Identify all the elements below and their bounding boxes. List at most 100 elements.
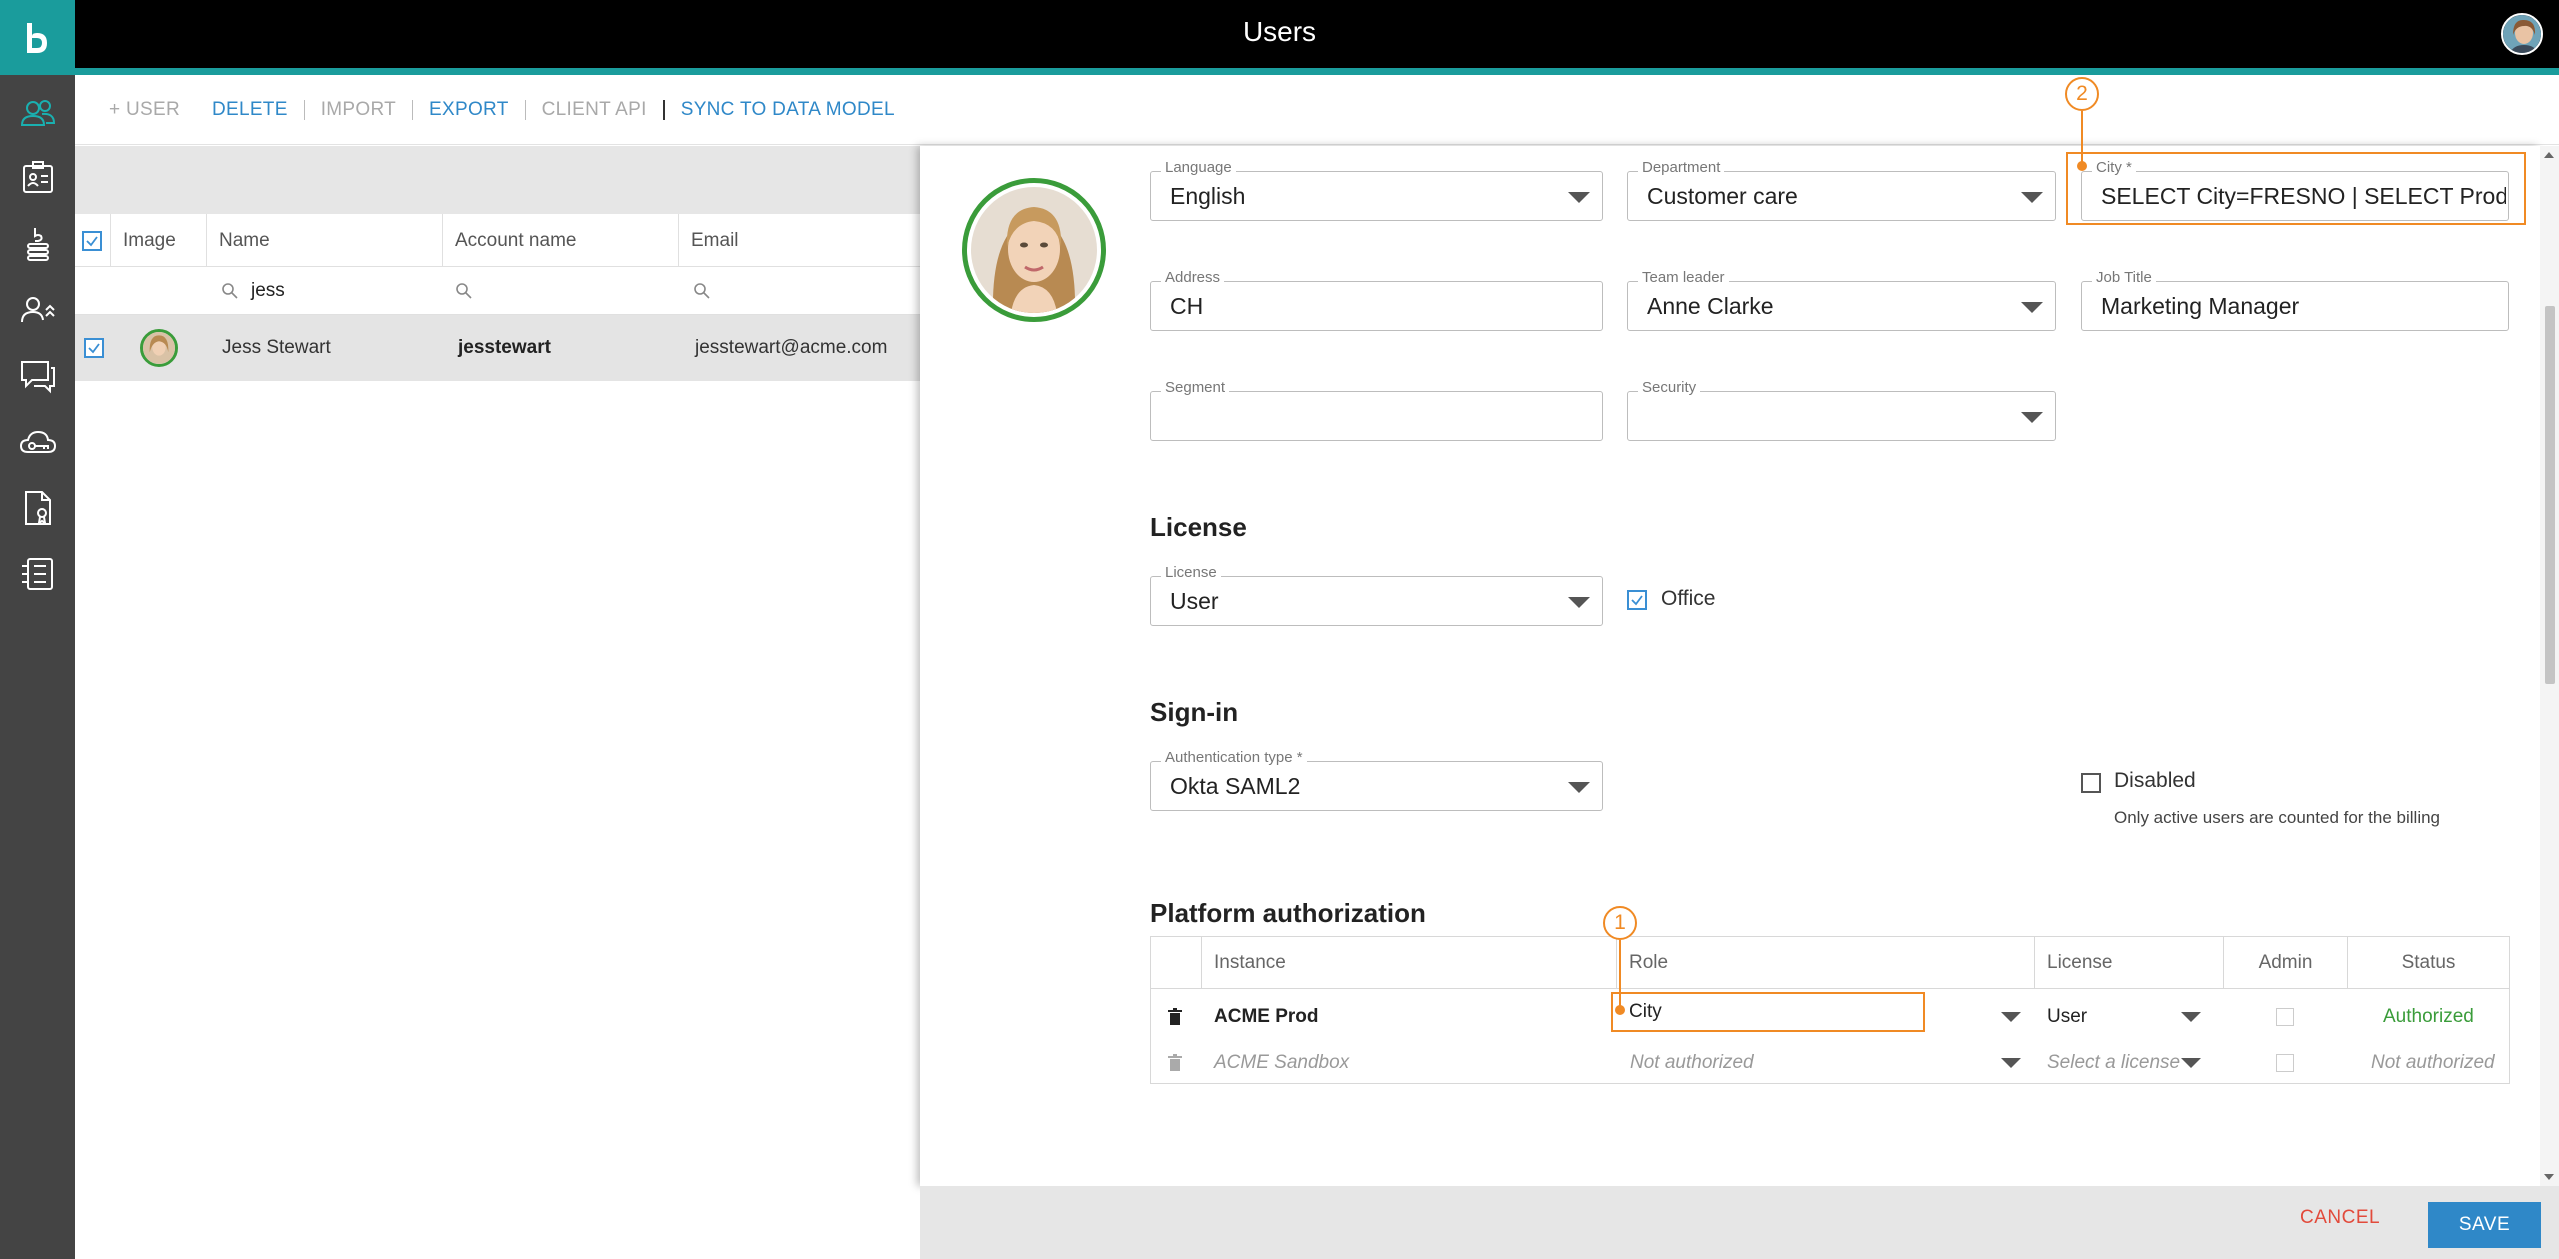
address-value: CH [1170, 293, 1204, 319]
address-input[interactable]: Address CH [1150, 269, 1603, 331]
license-select[interactable]: License User [1150, 564, 1603, 626]
certificate-icon [24, 491, 51, 526]
delete-button[interactable]: DELETE [196, 99, 304, 121]
email-filter[interactable] [693, 267, 913, 315]
column-header-license: License [2034, 937, 2223, 989]
chevron-down-icon[interactable] [2181, 1058, 2201, 1068]
office-label: Office [1661, 587, 1716, 610]
toolbar: + USER DELETE IMPORT EXPORT CLIENT API S… [75, 75, 2559, 145]
scroll-thumb[interactable] [2545, 306, 2555, 684]
city-input[interactable]: City * SELECT City=FRESNO | SELECT Produ… [2081, 159, 2509, 221]
auth-type-select[interactable]: Authentication type * Okta SAML2 [1150, 749, 1603, 811]
trash-icon [1168, 1008, 1182, 1025]
row-avatar [140, 329, 178, 367]
chevron-down-icon [2021, 412, 2043, 423]
role-input-highlighted[interactable]: City [1611, 992, 1925, 1032]
callout-badge: 1 [1603, 906, 1637, 940]
delete-row-button[interactable] [1167, 1040, 1183, 1086]
admin-checkbox[interactable] [2276, 1008, 2294, 1026]
add-user-button[interactable]: + USER [93, 99, 196, 121]
language-value: English [1170, 183, 1246, 209]
column-header-name[interactable]: Name [207, 214, 443, 267]
search-icon [694, 283, 710, 299]
license-value[interactable]: User [2047, 994, 2087, 1040]
id-card-icon [22, 161, 53, 193]
chevron-down-icon[interactable] [2181, 1012, 2201, 1022]
row-email: jesstewart@acme.com [695, 337, 888, 358]
search-icon [456, 283, 472, 299]
save-button[interactable]: SAVE [2428, 1202, 2541, 1248]
avatar-portrait-icon [143, 332, 175, 364]
chevron-down-icon [1568, 597, 1590, 608]
callout-dot [2077, 161, 2087, 171]
status-not-authorized: Not authorized [2371, 1052, 2495, 1073]
profile-photo[interactable] [962, 178, 1106, 322]
sidebar-item-roles[interactable] [0, 277, 75, 343]
disabled-hint: Only active users are counted for the bi… [2114, 808, 2441, 827]
license-value: User [1170, 588, 1219, 614]
platform-table-header: Instance Role License Admin Status [1151, 937, 2509, 989]
search-icon [222, 283, 238, 299]
name-filter[interactable]: jess [221, 267, 441, 315]
settings-list-icon [21, 558, 53, 590]
chevron-down-icon[interactable] [2001, 1012, 2021, 1022]
data-stack-icon [26, 228, 49, 261]
row-image-cell [140, 315, 178, 381]
office-checkbox[interactable] [1627, 590, 1647, 610]
platform-section-title: Platform authorization [1150, 898, 1426, 928]
role-value[interactable]: Not authorized [1630, 1040, 1754, 1086]
segment-input[interactable]: Segment [1150, 379, 1603, 441]
job-title-input[interactable]: Job Title Marketing Manager [2081, 269, 2509, 331]
scroll-down-arrow[interactable] [2544, 1174, 2554, 1180]
disabled-checkbox[interactable] [2081, 773, 2101, 793]
platform-row[interactable]: ACME Sandbox Not authorized Select a lic… [1151, 1040, 2509, 1086]
table-row[interactable]: Jess Stewart jesstewart jesstewart@acme.… [75, 315, 920, 381]
team-leader-select[interactable]: Team leader Anne Clarke [1627, 269, 2056, 331]
client-api-button[interactable]: CLIENT API [526, 99, 663, 121]
language-select[interactable]: Language English [1150, 159, 1603, 221]
import-button[interactable]: IMPORT [305, 99, 412, 121]
admin-cell [2276, 994, 2294, 1040]
header-accent-bar [0, 68, 2559, 75]
chevron-down-icon [1568, 782, 1590, 793]
account-filter[interactable] [455, 267, 675, 315]
instance-name: ACME Prod [1214, 1006, 1319, 1027]
detail-scrollbar[interactable] [2540, 146, 2559, 1186]
cancel-button[interactable]: CANCEL [2300, 1207, 2380, 1229]
select-all-checkbox[interactable] [82, 230, 102, 251]
security-value [1647, 392, 2041, 440]
team-leader-value: Anne Clarke [1647, 293, 1774, 319]
sidebar-item-cloud[interactable] [0, 409, 75, 475]
security-select[interactable]: Security [1627, 379, 2056, 441]
department-select[interactable]: Department Customer care [1627, 159, 2056, 221]
callout-line [2081, 111, 2083, 166]
check-icon [1631, 595, 1643, 606]
scroll-up-arrow[interactable] [2544, 152, 2554, 158]
admin-checkbox[interactable] [2276, 1054, 2294, 1072]
column-header-status: Status [2347, 937, 2509, 989]
cloud-key-icon [19, 430, 56, 453]
sync-data-model-button[interactable]: SYNC TO DATA MODEL [665, 99, 911, 121]
filter-row: jess [75, 267, 920, 315]
sidebar-item-users[interactable] [0, 80, 75, 146]
callout-line [1619, 940, 1621, 1010]
job-title-value: Marketing Manager [2101, 293, 2300, 319]
sidebar-item-data[interactable] [0, 211, 75, 277]
column-header-account[interactable]: Account name [443, 214, 679, 267]
auth-type-value: Okta SAML2 [1170, 773, 1301, 799]
sidebar-item-settings[interactable] [0, 541, 75, 607]
sidebar-item-licenses[interactable] [0, 475, 75, 541]
column-header-image[interactable]: Image [111, 214, 207, 267]
users-icon [20, 100, 55, 126]
app-logo[interactable] [0, 0, 75, 75]
row-checkbox[interactable] [84, 338, 104, 358]
user-avatar[interactable] [2501, 13, 2543, 55]
sidebar-item-directory[interactable] [0, 145, 75, 211]
column-header-email[interactable]: Email [679, 214, 920, 267]
export-button[interactable]: EXPORT [413, 99, 525, 121]
delete-row-button[interactable] [1167, 994, 1183, 1040]
chevron-down-icon[interactable] [2001, 1058, 2021, 1068]
sidebar-item-messages[interactable] [0, 343, 75, 409]
signin-section-title: Sign-in [1150, 697, 1239, 727]
license-value[interactable]: Select a license [2047, 1040, 2180, 1086]
